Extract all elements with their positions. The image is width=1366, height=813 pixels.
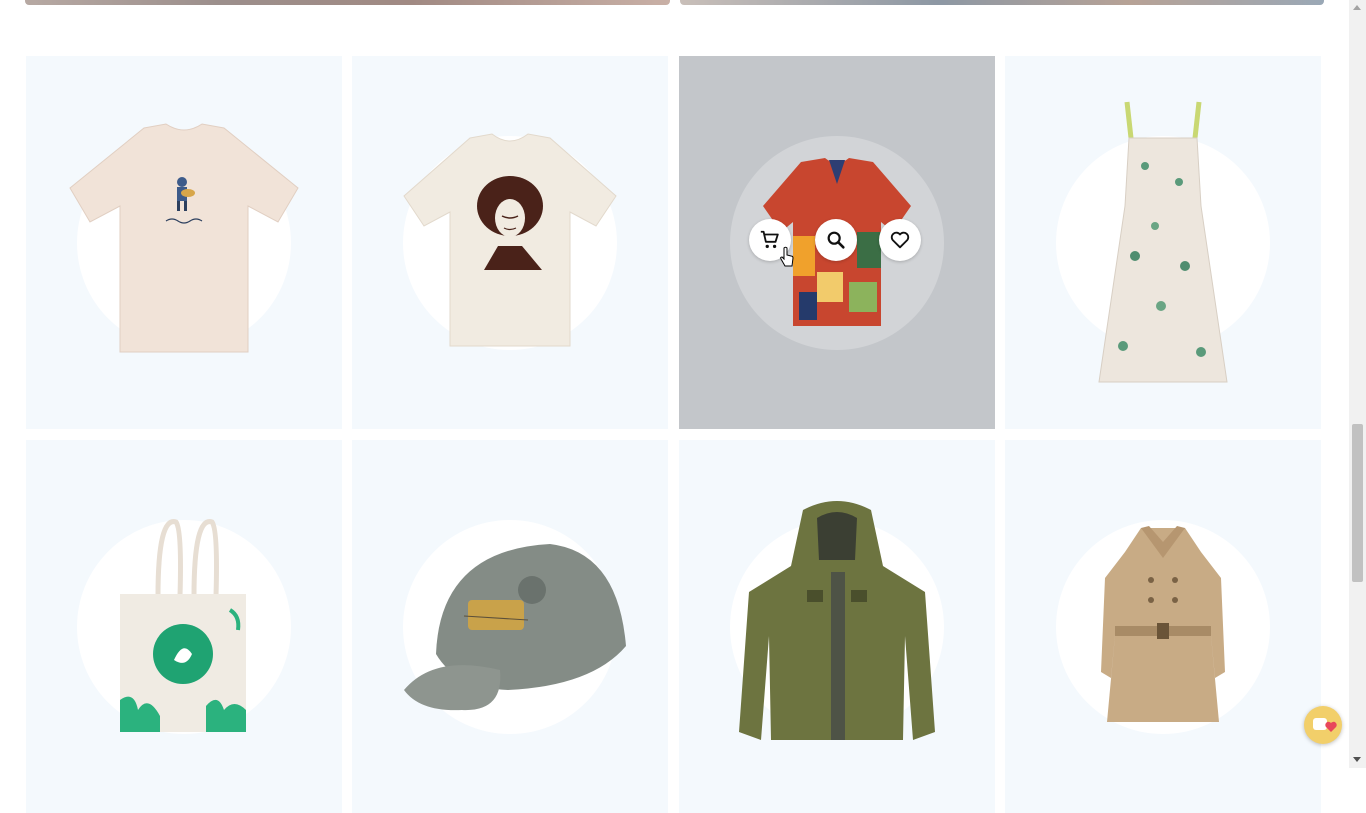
heart-icon bbox=[890, 231, 910, 249]
pointer-cursor-icon bbox=[780, 246, 794, 267]
grey-cap-image bbox=[404, 544, 626, 711]
product-card[interactable] bbox=[26, 440, 342, 813]
trench-coat-image bbox=[1101, 526, 1225, 722]
quick-view-button[interactable] bbox=[815, 219, 857, 261]
product-card[interactable] bbox=[1005, 56, 1321, 429]
cart-icon bbox=[760, 230, 779, 249]
floral-dress-image bbox=[1098, 101, 1228, 383]
tote-bag-image bbox=[120, 519, 246, 732]
product-hover-actions bbox=[749, 219, 925, 263]
product-card-hovered[interactable] bbox=[679, 56, 995, 429]
product-grid bbox=[0, 0, 1345, 813]
olive-jacket-image bbox=[739, 501, 935, 740]
product-card[interactable] bbox=[26, 56, 342, 429]
product-card[interactable] bbox=[1005, 440, 1321, 813]
product-card[interactable] bbox=[352, 440, 668, 813]
cream-tshirt-image bbox=[69, 123, 299, 353]
product-card[interactable] bbox=[679, 440, 995, 813]
search-icon bbox=[827, 231, 845, 249]
scroll-up-arrow-icon[interactable] bbox=[1353, 5, 1361, 10]
wishlist-button[interactable] bbox=[879, 219, 921, 261]
scroll-down-arrow-icon[interactable] bbox=[1353, 757, 1361, 762]
chat-widget-button[interactable] bbox=[1304, 706, 1342, 744]
chat-heart-icon bbox=[1313, 718, 1337, 732]
product-card[interactable] bbox=[352, 56, 668, 429]
page-scrollbar[interactable] bbox=[1349, 0, 1366, 768]
cream-tshirt-portrait-image bbox=[403, 133, 617, 347]
scrollbar-thumb[interactable] bbox=[1352, 424, 1363, 582]
